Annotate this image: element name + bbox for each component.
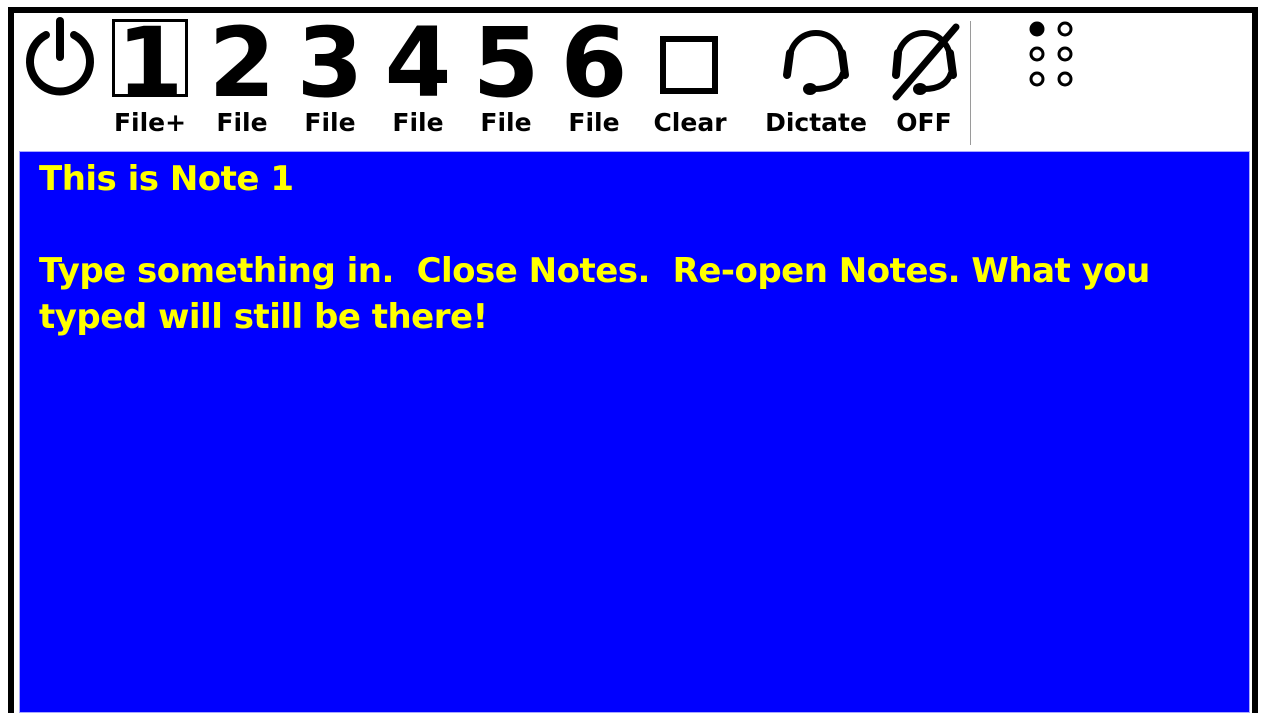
power-icon xyxy=(26,17,94,96)
file-1-label: File+ xyxy=(113,108,187,137)
file-6-number: 6 xyxy=(560,7,628,119)
headset-icon xyxy=(783,30,849,95)
file-6-label: File xyxy=(568,108,620,137)
dictate-label: Dictate xyxy=(765,108,867,137)
file-5-label: File xyxy=(480,108,532,137)
power-button[interactable] xyxy=(22,13,98,143)
dictate-button[interactable]: Dictate xyxy=(765,13,867,143)
dots-grid-icon xyxy=(1029,21,1073,87)
toolbar: 1 File+ 2 File 3 File 4 File 5 File 6 Fi… xyxy=(14,13,1252,151)
file-5-button[interactable]: 5 File xyxy=(466,13,546,143)
file-4-number: 4 xyxy=(384,7,452,119)
file-2-button[interactable]: 2 File xyxy=(202,13,282,143)
file-4-label: File xyxy=(392,108,444,137)
note-text[interactable]: This is Note 1 Type something in. Close … xyxy=(39,156,1219,340)
file-3-button[interactable]: 3 File xyxy=(290,13,370,143)
file-1-number: 1 xyxy=(116,7,184,119)
note-editor[interactable]: This is Note 1 Type something in. Close … xyxy=(19,151,1250,713)
app-frame: 1 File+ 2 File 3 File 4 File 5 File 6 Fi… xyxy=(8,7,1258,713)
file-2-label: File xyxy=(216,108,268,137)
file-4-button[interactable]: 4 File xyxy=(378,13,458,143)
toolbar-divider xyxy=(970,21,971,145)
file-1-button[interactable]: 1 File+ xyxy=(108,13,192,143)
clear-button[interactable]: Clear xyxy=(650,13,730,143)
file-2-number: 2 xyxy=(208,7,276,119)
file-3-number: 3 xyxy=(296,7,364,119)
square-outline-icon xyxy=(660,36,718,94)
file-5-number: 5 xyxy=(472,7,540,119)
headset-off-icon xyxy=(892,23,960,101)
dictate-off-label: OFF xyxy=(896,108,952,137)
menu-button[interactable] xyxy=(1014,13,1094,143)
dictate-off-button[interactable]: OFF xyxy=(884,13,964,143)
clear-label: Clear xyxy=(653,108,727,137)
file-6-button[interactable]: 6 File xyxy=(554,13,634,143)
file-3-label: File xyxy=(304,108,356,137)
